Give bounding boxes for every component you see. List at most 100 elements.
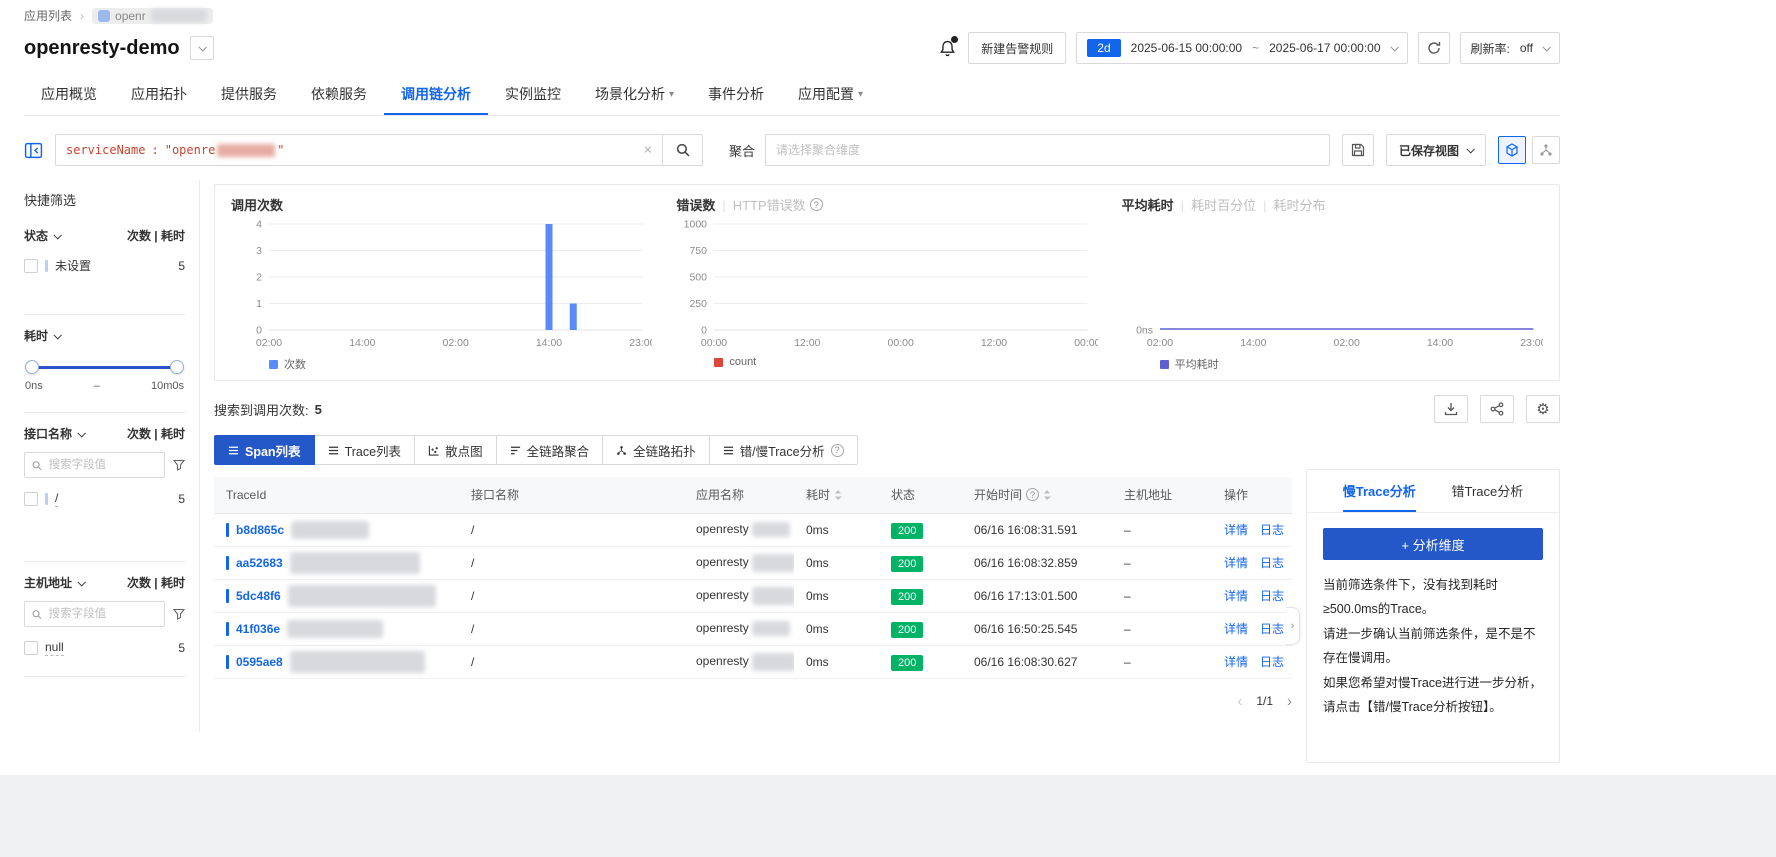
interface-search-input[interactable] <box>47 458 157 472</box>
cube-icon <box>1505 143 1519 157</box>
chart-title-option[interactable]: 平均耗时 <box>1122 195 1174 214</box>
add-analysis-dimension-button[interactable]: + 分析维度 <box>1323 528 1543 560</box>
search-button[interactable] <box>663 134 703 166</box>
tab-dependent-services[interactable]: 依赖服务 <box>294 74 384 115</box>
info-icon[interactable]: ? <box>810 198 823 211</box>
notification-bell-button[interactable] <box>936 37 958 59</box>
slider-handle-max[interactable] <box>170 360 184 374</box>
detail-link[interactable]: 详情 <box>1224 653 1248 670</box>
page-header: openresty-demo 新建告警规则 2d 2025-06-15 00:0… <box>24 28 1560 74</box>
chart-title-option[interactable]: 耗时分布 <box>1260 195 1325 214</box>
slider-handle-min[interactable] <box>25 360 39 374</box>
trace-marker <box>226 589 229 603</box>
detail-link[interactable]: 详情 <box>1224 620 1248 637</box>
filter-item-label[interactable]: null <box>45 640 64 656</box>
chart-legend[interactable]: 次数 <box>269 356 652 372</box>
breadcrumb-root-link[interactable]: 应用列表 <box>24 7 72 24</box>
tab-full-chain-topology[interactable]: 全链路拓扑 <box>602 435 710 465</box>
filter-funnel-icon[interactable] <box>173 459 185 471</box>
tab-full-chain-aggregation[interactable]: 全链路聚合 <box>496 435 604 465</box>
status-badge: 200 <box>891 523 923 539</box>
tab-scatter-plot[interactable]: 散点图 <box>414 435 497 465</box>
panel-expand-handle[interactable]: › <box>1286 607 1300 645</box>
trace-query-input[interactable]: serviceName : "openre " × <box>55 134 663 166</box>
tab-event-analysis[interactable]: 事件分析 <box>691 74 781 115</box>
tab-instance-monitoring[interactable]: 实例监控 <box>488 74 578 115</box>
log-link[interactable]: 日志 <box>1260 620 1284 637</box>
detail-link[interactable]: 详情 <box>1224 587 1248 604</box>
filter-item-label[interactable]: 未设置 <box>55 257 91 274</box>
avg-duration-plot: 0ns02:0014:0002:0014:0023:00 <box>1122 216 1543 354</box>
tab-error-slow-trace-analysis[interactable]: 错/慢Trace分析 ? <box>709 435 858 465</box>
topology-icon <box>1539 143 1553 157</box>
checkbox[interactable] <box>24 492 38 506</box>
app-switcher-dropdown[interactable] <box>190 36 214 60</box>
detail-link[interactable]: 详情 <box>1224 554 1248 571</box>
tab-provided-services[interactable]: 提供服务 <box>204 74 294 115</box>
new-alert-rule-button[interactable]: 新建告警规则 <box>968 32 1066 64</box>
host-search-input[interactable] <box>47 607 157 621</box>
log-link[interactable]: 日志 <box>1260 554 1284 571</box>
tab-error-trace-analysis[interactable]: 错Trace分析 <box>1451 470 1523 512</box>
query-colon: : <box>151 143 158 157</box>
aggregate-dimension-input[interactable] <box>765 134 1330 166</box>
info-icon[interactable]: ? <box>1026 488 1039 501</box>
download-button[interactable] <box>1434 395 1468 423</box>
sort-icon[interactable] <box>834 489 842 501</box>
trace-id-link[interactable]: aa52683 <box>236 556 283 570</box>
tab-app-overview[interactable]: 应用概览 <box>24 74 114 115</box>
settings-button[interactable]: ⚙ <box>1526 395 1560 423</box>
detail-link[interactable]: 详情 <box>1224 521 1248 538</box>
trace-id-link[interactable]: 0595ae8 <box>236 655 283 669</box>
next-page-button[interactable]: › <box>1287 693 1292 710</box>
time-range-picker[interactable]: 2d 2025-06-15 00:00:00 ~ 2025-06-17 00:0… <box>1076 32 1407 64</box>
redacted-blur <box>752 522 790 537</box>
checkbox[interactable] <box>24 641 38 655</box>
tab-app-settings[interactable]: 应用配置▾ <box>781 74 880 115</box>
tab-scenario-analysis[interactable]: 场景化分析▾ <box>578 74 691 115</box>
filter-item-label[interactable]: / <box>55 491 58 507</box>
tab-trace-analysis[interactable]: 调用链分析 <box>384 74 488 115</box>
checkbox[interactable] <box>24 259 38 273</box>
query-value-suffix: " <box>277 143 284 157</box>
sort-icon[interactable] <box>1043 489 1051 501</box>
tab-trace-list[interactable]: Trace列表 <box>314 435 416 465</box>
chart-legend[interactable]: count <box>714 356 1097 368</box>
share-button[interactable] <box>1480 395 1514 423</box>
redacted-blur <box>752 621 790 636</box>
filter-group-duration[interactable]: 耗时 <box>24 327 48 344</box>
cube-view-button[interactable] <box>1498 136 1526 164</box>
refresh-button[interactable] <box>1418 32 1450 64</box>
tab-slow-trace-analysis[interactable]: 慢Trace分析 <box>1343 470 1416 512</box>
collapse-filter-panel-button[interactable] <box>24 141 43 160</box>
topology-view-button[interactable] <box>1532 136 1560 164</box>
info-icon[interactable]: ? <box>831 444 844 457</box>
filter-group-interface[interactable]: 接口名称 <box>24 425 72 442</box>
legend-swatch <box>1160 360 1169 369</box>
refresh-rate-select[interactable]: 刷新率: off <box>1460 32 1560 64</box>
filter-group-status[interactable]: 状态 <box>24 227 48 244</box>
log-link[interactable]: 日志 <box>1260 521 1284 538</box>
trace-id-link[interactable]: b8d865c <box>236 523 284 537</box>
saved-views-button[interactable]: 已保存视图 <box>1386 134 1486 166</box>
filter-funnel-icon[interactable] <box>173 608 185 620</box>
chart-legend[interactable]: 平均耗时 <box>1160 356 1543 372</box>
trace-id-link[interactable]: 5dc48f6 <box>236 589 281 603</box>
prev-page-button[interactable]: ‹ <box>1237 693 1242 710</box>
chart-title-option[interactable]: 耗时百分位 <box>1178 195 1256 214</box>
filter-group-host[interactable]: 主机地址 <box>24 574 72 591</box>
share-icon <box>1490 402 1504 416</box>
tab-span-list[interactable]: Span列表 <box>214 435 315 465</box>
trace-id-link[interactable]: 41f036e <box>236 622 280 636</box>
save-view-button[interactable] <box>1342 134 1374 166</box>
breadcrumb-current-app[interactable]: openr <box>92 8 213 24</box>
trace-marker <box>226 622 229 636</box>
clear-query-icon[interactable]: × <box>644 142 652 158</box>
chart-title-option[interactable]: HTTP错误数 <box>719 195 805 214</box>
log-link[interactable]: 日志 <box>1260 587 1284 604</box>
time-range-separator: ~ <box>1252 41 1259 55</box>
log-link[interactable]: 日志 <box>1260 653 1284 670</box>
trace-marker <box>226 523 229 537</box>
chart-title-option[interactable]: 错误数 <box>676 195 715 214</box>
tab-app-topology[interactable]: 应用拓扑 <box>114 74 204 115</box>
